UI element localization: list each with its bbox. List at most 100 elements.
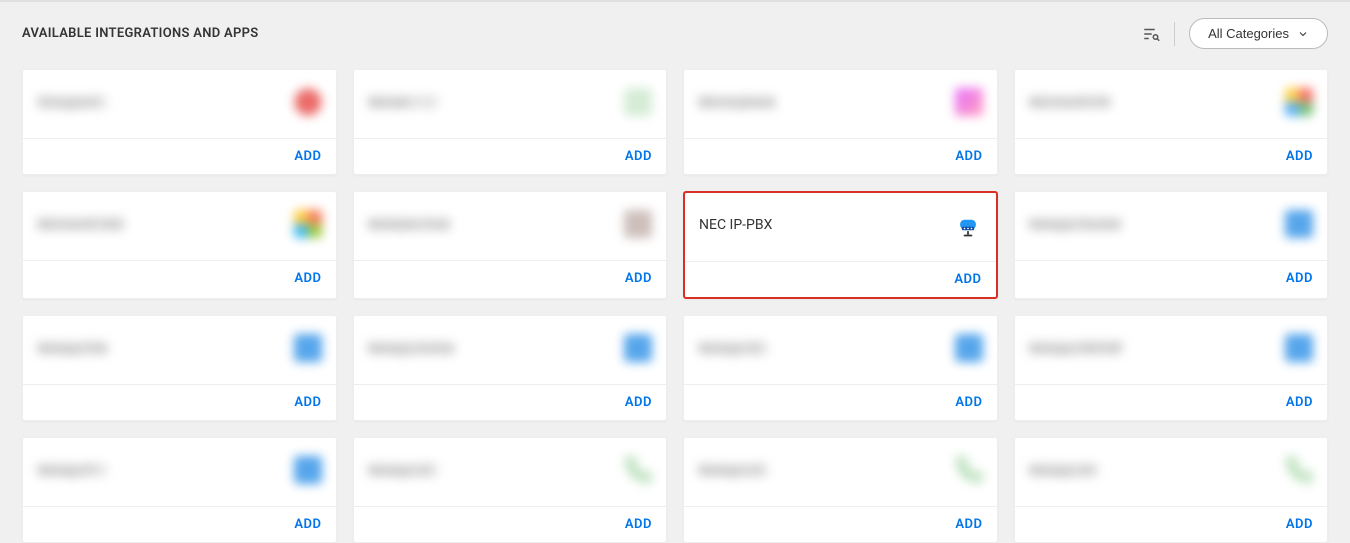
add-button[interactable]: ADD — [294, 271, 321, 286]
app-icon — [955, 334, 983, 362]
card-header: Microsoft HV — [1015, 70, 1328, 139]
app-icon — [955, 456, 983, 484]
add-button[interactable]: ADD — [294, 395, 321, 410]
card-footer: ADD — [685, 262, 996, 297]
integration-card: Microsoft HV ADD — [1014, 69, 1329, 175]
app-icon — [294, 88, 322, 116]
app-icon — [954, 211, 982, 239]
app-icon — [624, 210, 652, 238]
integration-card: Netapp Active ADD — [353, 315, 668, 421]
chevron-down-icon — [1297, 28, 1309, 40]
header-divider — [1174, 22, 1175, 46]
add-button[interactable]: ADD — [625, 517, 652, 532]
card-header: Netapp x2 — [354, 438, 667, 507]
card-footer: ADD — [354, 139, 667, 174]
card-footer: ADD — [1015, 261, 1328, 296]
card-header: Netapp Active — [354, 316, 667, 385]
card-footer: ADD — [354, 261, 667, 296]
card-title: Netapp x4 — [1029, 463, 1099, 477]
add-button[interactable]: ADD — [1286, 149, 1313, 164]
card-footer: ADD — [1015, 139, 1328, 174]
app-icon — [1285, 334, 1313, 362]
card-header: Netapp x3 — [684, 438, 997, 507]
add-button[interactable]: ADD — [1286, 395, 1313, 410]
app-icon — [624, 456, 652, 484]
integration-card: Cloupport ADD — [22, 69, 337, 175]
integrations-grid: CloupportADDMerakiADDMicrosphereADDMicro… — [0, 59, 1350, 543]
card-footer: ADD — [684, 507, 997, 542]
integration-card: Microsphere ADD — [683, 69, 998, 175]
card-header: Microsphere — [684, 70, 997, 139]
add-button[interactable]: ADD — [1286, 517, 1313, 532]
add-button[interactable]: ADD — [955, 149, 982, 164]
integration-card: Netapp P ADD — [22, 437, 337, 543]
add-button[interactable]: ADD — [294, 149, 321, 164]
card-header: Netapp ONTAP — [1015, 316, 1328, 385]
card-footer: ADD — [684, 385, 997, 420]
add-button[interactable]: ADD — [1286, 271, 1313, 286]
card-footer: ADD — [354, 385, 667, 420]
card-footer: ADD — [23, 139, 336, 174]
card-title: Netapp ONTAP — [1029, 341, 1123, 355]
add-button[interactable]: ADD — [954, 272, 981, 287]
page-title: AVAILABLE INTEGRATIONS AND APPS — [22, 26, 259, 41]
app-icon — [1285, 210, 1313, 238]
add-button[interactable]: ADD — [294, 517, 321, 532]
integration-card: Netapp Cluster ADD — [1014, 191, 1329, 299]
add-button[interactable]: ADD — [955, 517, 982, 532]
integration-card: NEC IP-PBX ADD — [683, 191, 998, 299]
add-button[interactable]: ADD — [625, 271, 652, 286]
integration-card: Netapp File ADD — [22, 315, 337, 421]
card-footer: ADD — [23, 385, 336, 420]
card-title: NEC IP-PBX — [699, 217, 772, 233]
integration-card: Netapp x2 ADD — [353, 437, 668, 543]
app-icon — [1285, 88, 1313, 116]
card-header: Microsoft 365 — [23, 192, 336, 261]
app-icon — [294, 334, 322, 362]
card-title: Netapp File — [37, 341, 108, 355]
card-header: Netapp IQ — [684, 316, 997, 385]
card-title: Netapp x3 — [698, 463, 768, 477]
card-footer: ADD — [684, 139, 997, 174]
integration-card: Microsoft 365 ADD — [22, 191, 337, 299]
integration-card: Meraki ADD — [353, 69, 668, 175]
card-footer: ADD — [23, 507, 336, 542]
add-button[interactable]: ADD — [625, 149, 652, 164]
card-title: Netapp Cluster — [1029, 217, 1122, 231]
integration-card: Netapp x3 ADD — [683, 437, 998, 543]
card-title: Cloupport — [37, 95, 107, 109]
card-title: Microsphere — [698, 95, 776, 109]
card-header: Netapp File — [23, 316, 336, 385]
integration-card: Netapp x4 ADD — [1014, 437, 1329, 543]
add-button[interactable]: ADD — [955, 395, 982, 410]
app-icon — [624, 334, 652, 362]
header-bar: AVAILABLE INTEGRATIONS AND APPS All Cate… — [0, 2, 1350, 59]
card-header: NEC IP-PBX — [685, 193, 996, 262]
card-header: Netapp x4 — [1015, 438, 1328, 507]
add-button[interactable]: ADD — [625, 395, 652, 410]
categories-dropdown[interactable]: All Categories — [1189, 18, 1328, 49]
card-footer: ADD — [354, 507, 667, 542]
app-icon — [955, 88, 983, 116]
card-footer: ADD — [1015, 507, 1328, 542]
app-icon — [294, 456, 322, 484]
card-title: Netapp IQ — [698, 341, 768, 355]
categories-label: All Categories — [1208, 26, 1289, 41]
card-title: Netapp Active — [368, 341, 455, 355]
header-actions: All Categories — [1142, 18, 1328, 49]
integration-card: Multiple Cred ADD — [353, 191, 668, 299]
integration-card: Netapp IQ ADD — [683, 315, 998, 421]
card-title: Netapp x2 — [368, 463, 438, 477]
card-header: Meraki — [354, 70, 667, 139]
filter-icon[interactable] — [1142, 25, 1160, 43]
card-title: Microsoft 365 — [37, 217, 124, 231]
card-header: Netapp P — [23, 438, 336, 507]
app-icon — [294, 210, 322, 238]
card-title: Microsoft HV — [1029, 95, 1112, 109]
card-header: Multiple Cred — [354, 192, 667, 261]
card-footer: ADD — [23, 261, 336, 296]
card-title: Multiple Cred — [368, 217, 451, 231]
card-title: Netapp P — [37, 463, 107, 477]
card-title: Meraki — [368, 95, 438, 109]
card-header: Netapp Cluster — [1015, 192, 1328, 261]
